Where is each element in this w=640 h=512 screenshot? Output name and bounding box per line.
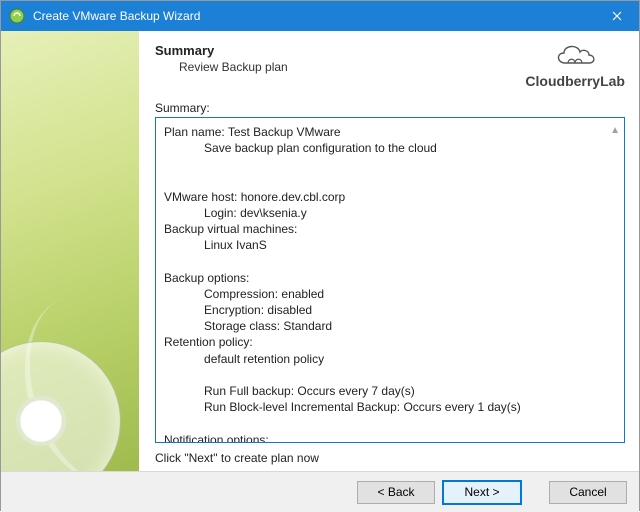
- page-title: Summary: [155, 43, 288, 58]
- next-button[interactable]: Next >: [443, 481, 521, 504]
- summary-textbox[interactable]: ▲ Plan name: Test Backup VMware Save bac…: [155, 117, 625, 443]
- login-value: dev\ksenia.y: [240, 206, 307, 220]
- summary-label: Summary:: [155, 101, 625, 115]
- vmware-host-label: VMware host:: [164, 190, 237, 204]
- storage-class-label: Storage class:: [204, 319, 280, 333]
- titlebar: Create VMware Backup Wizard: [1, 1, 639, 31]
- retention-label: Retention policy:: [164, 335, 253, 349]
- compression-label: Compression:: [204, 287, 278, 301]
- incremental-backup-value: Run Block-level Incremental Backup: Occu…: [204, 400, 521, 414]
- vmware-host-value: honore.dev.cbl.corp: [241, 190, 346, 204]
- brand-name: CloudberryLab: [525, 73, 625, 89]
- notification-label: Notification options:: [164, 433, 269, 443]
- footer: < Back Next > Cancel: [1, 471, 639, 512]
- side-banner: [1, 31, 139, 471]
- wizard-body: Summary Review Backup plan CloudberryLab…: [1, 31, 639, 471]
- storage-class-value: Standard: [283, 319, 332, 333]
- hint-text: Click "Next" to create plan now: [155, 451, 625, 465]
- back-button[interactable]: < Back: [357, 481, 435, 504]
- main-panel: Summary Review Backup plan CloudberryLab…: [139, 31, 639, 471]
- cancel-button[interactable]: Cancel: [549, 481, 627, 504]
- window-title: Create VMware Backup Wizard: [33, 9, 594, 23]
- encryption-value: disabled: [267, 303, 312, 317]
- compression-value: enabled: [281, 287, 324, 301]
- cloud-icon: [551, 41, 599, 71]
- full-backup-value: Run Full backup: Occurs every 7 day(s): [204, 384, 415, 398]
- retention-value: default retention policy: [204, 352, 324, 366]
- brand-logo: CloudberryLab: [525, 41, 625, 89]
- plan-name-value: Test Backup VMware: [228, 125, 341, 139]
- encryption-label: Encryption:: [204, 303, 264, 317]
- vm-name-value: Linux IvanS: [204, 238, 267, 252]
- app-icon: [9, 8, 25, 24]
- vm-section-label: Backup virtual machines:: [164, 222, 297, 236]
- scroll-up-icon[interactable]: ▲: [610, 124, 620, 138]
- plan-name-label: Plan name:: [164, 125, 225, 139]
- login-label: Login:: [204, 206, 237, 220]
- page-subtitle: Review Backup plan: [155, 60, 288, 74]
- backup-options-label: Backup options:: [164, 271, 249, 285]
- close-icon: [612, 11, 622, 21]
- close-button[interactable]: [594, 1, 639, 31]
- save-config-value: Save backup plan configuration to the cl…: [204, 141, 437, 155]
